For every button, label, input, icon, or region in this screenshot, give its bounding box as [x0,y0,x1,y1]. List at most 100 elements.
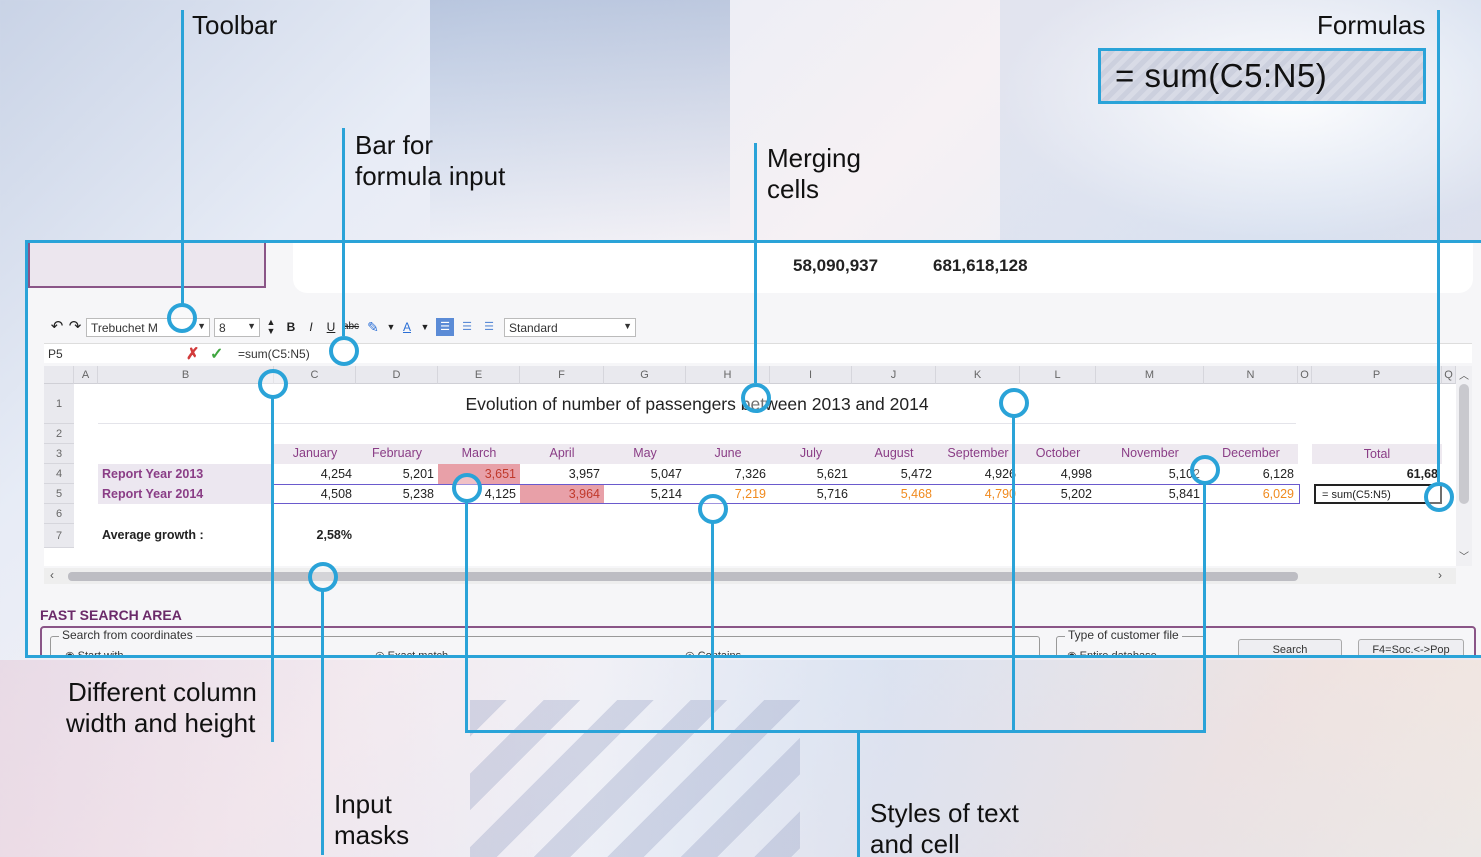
scroll-left-icon[interactable]: ‹ [50,568,54,582]
cell-reference[interactable]: P5 [48,347,63,361]
scroll-up-icon[interactable]: ︿ [1459,367,1469,382]
horizontal-scroll-thumb[interactable] [68,572,1298,581]
row-header[interactable]: 1 [44,384,74,424]
column-header[interactable]: G [604,366,686,384]
row-header[interactable]: 3 [44,444,74,464]
vertical-scroll-thumb[interactable] [1459,384,1469,504]
underline-button[interactable]: U [322,318,340,336]
bold-button[interactable]: B [282,318,300,336]
row-header[interactable]: 6 [44,504,74,524]
month-header[interactable]: December [1204,446,1298,460]
data-cell-2014-orange[interactable]: 7,219 [686,487,770,501]
vertical-scrollbar[interactable]: ︿ ﹀ [1456,366,1472,566]
total-header[interactable]: Total [1312,444,1442,464]
align-right-icon[interactable]: ☰ [480,318,498,336]
undo-icon[interactable]: ↶ [48,318,66,336]
data-cell-2013[interactable]: 4,998 [1020,467,1096,481]
month-header[interactable]: October [1020,446,1096,460]
column-header[interactable]: E [438,366,520,384]
data-cell-2013[interactable]: 3,957 [520,467,604,481]
column-header[interactable]: H [686,366,770,384]
data-cell-2013[interactable]: 5,102 [1096,467,1204,481]
data-cell-2013[interactable]: 5,047 [604,467,686,481]
redo-icon[interactable]: ↷ [66,318,84,336]
data-cell-2014[interactable]: 4,508 [274,487,356,501]
row-label-2014[interactable]: Report Year 2014 [98,487,274,501]
row-header[interactable]: 7 [44,524,74,548]
data-cell-2014[interactable]: 5,238 [356,487,438,501]
month-header[interactable]: August [852,446,936,460]
data-cell-2013[interactable]: 4,926 [936,467,1020,481]
data-cell-2014[interactable]: 5,214 [604,487,686,501]
fast-search-title: FAST SEARCH AREA [40,607,182,623]
radio-start-with[interactable]: ◉ Start with [65,649,124,655]
data-cell-2014[interactable]: 5,716 [770,487,852,501]
corner-cell[interactable] [44,366,74,384]
data-cell-2013[interactable]: 5,472 [852,467,936,481]
column-header[interactable]: M [1096,366,1204,384]
callout-ring [308,562,338,592]
month-header[interactable]: November [1096,446,1204,460]
column-header[interactable]: A [74,366,98,384]
column-header[interactable]: I [770,366,852,384]
average-growth-value[interactable]: 2,58% [274,528,356,542]
font-size-select[interactable]: 8 ▼ [214,318,260,337]
scroll-down-icon[interactable]: ﹀ [1459,548,1469,563]
align-left-icon[interactable]: ☰ [436,318,454,336]
chevron-down-icon[interactable]: ▼ [416,318,434,336]
row-header[interactable]: 2 [44,424,74,444]
month-header[interactable]: May [604,446,686,460]
data-cell-2013[interactable]: 7,326 [686,467,770,481]
size-stepper-icon[interactable]: ▲ ▼ [262,318,280,336]
column-header[interactable]: Q [1442,366,1456,384]
month-header[interactable]: February [356,446,438,460]
column-header[interactable]: D [356,366,438,384]
total-cell-2013[interactable]: 61,68 [1312,467,1442,481]
column-header[interactable]: K [936,366,1020,384]
font-color-button[interactable]: A [398,318,416,336]
data-cell-2014-orange[interactable]: 4,790 [936,487,1020,501]
confirm-icon[interactable]: ✓ [210,344,223,364]
radio-entire-database[interactable]: ◉ Entire database [1067,649,1157,655]
column-header[interactable]: J [852,366,936,384]
row-header[interactable]: 5 [44,484,74,504]
data-cell-2014-highlighted[interactable]: 3,964 [520,485,604,503]
column-header[interactable]: O [1298,366,1312,384]
month-header[interactable]: January [274,446,356,460]
data-cell-2014-orange[interactable]: 6,029 [1204,487,1298,501]
formula-input[interactable]: =sum(C5:N5) [238,347,310,361]
row-label-2013[interactable]: Report Year 2013 [98,467,274,481]
active-formula-cell[interactable]: = sum(C5:N5) [1314,484,1442,504]
radio-exact-match[interactable]: ◎ Exact match [375,649,448,655]
format-select[interactable]: Standard ▼ [504,318,636,337]
scroll-right-icon[interactable]: › [1438,568,1442,582]
data-cell-2014[interactable]: 5,202 [1020,487,1096,501]
toggle-population-button[interactable]: F4=Soc.<->Pop [1358,639,1464,655]
data-cell-2014-orange[interactable]: 5,468 [852,487,936,501]
leader-line [465,500,468,733]
data-cell-2013[interactable]: 4,254 [274,467,356,481]
column-header[interactable]: P [1312,366,1442,384]
align-center-icon[interactable]: ☰ [458,318,476,336]
month-header[interactable]: September [936,446,1020,460]
month-header[interactable]: April [520,446,604,460]
horizontal-scrollbar[interactable]: ‹ › [44,568,1456,584]
radio-label: Contains [697,650,742,658]
cancel-icon[interactable]: ✗ [186,344,199,364]
callout-input-masks-line2: masks [334,820,410,850]
data-cell-2013[interactable]: 5,201 [356,467,438,481]
month-header[interactable]: July [770,446,852,460]
data-cell-2014[interactable]: 5,841 [1096,487,1204,501]
month-header[interactable]: March [438,446,520,460]
column-header[interactable]: L [1020,366,1096,384]
highlight-pen-icon[interactable]: ✎ [364,318,382,336]
data-cell-2013[interactable]: 5,621 [770,467,852,481]
column-header[interactable]: B [98,366,274,384]
row-header[interactable]: 4 [44,464,74,484]
search-button[interactable]: Search [1238,639,1342,655]
average-growth-label[interactable]: Average growth : [102,528,204,542]
column-header[interactable]: N [1204,366,1298,384]
column-header[interactable]: F [520,366,604,384]
month-header[interactable]: June [686,446,770,460]
italic-button[interactable]: I [302,318,320,336]
